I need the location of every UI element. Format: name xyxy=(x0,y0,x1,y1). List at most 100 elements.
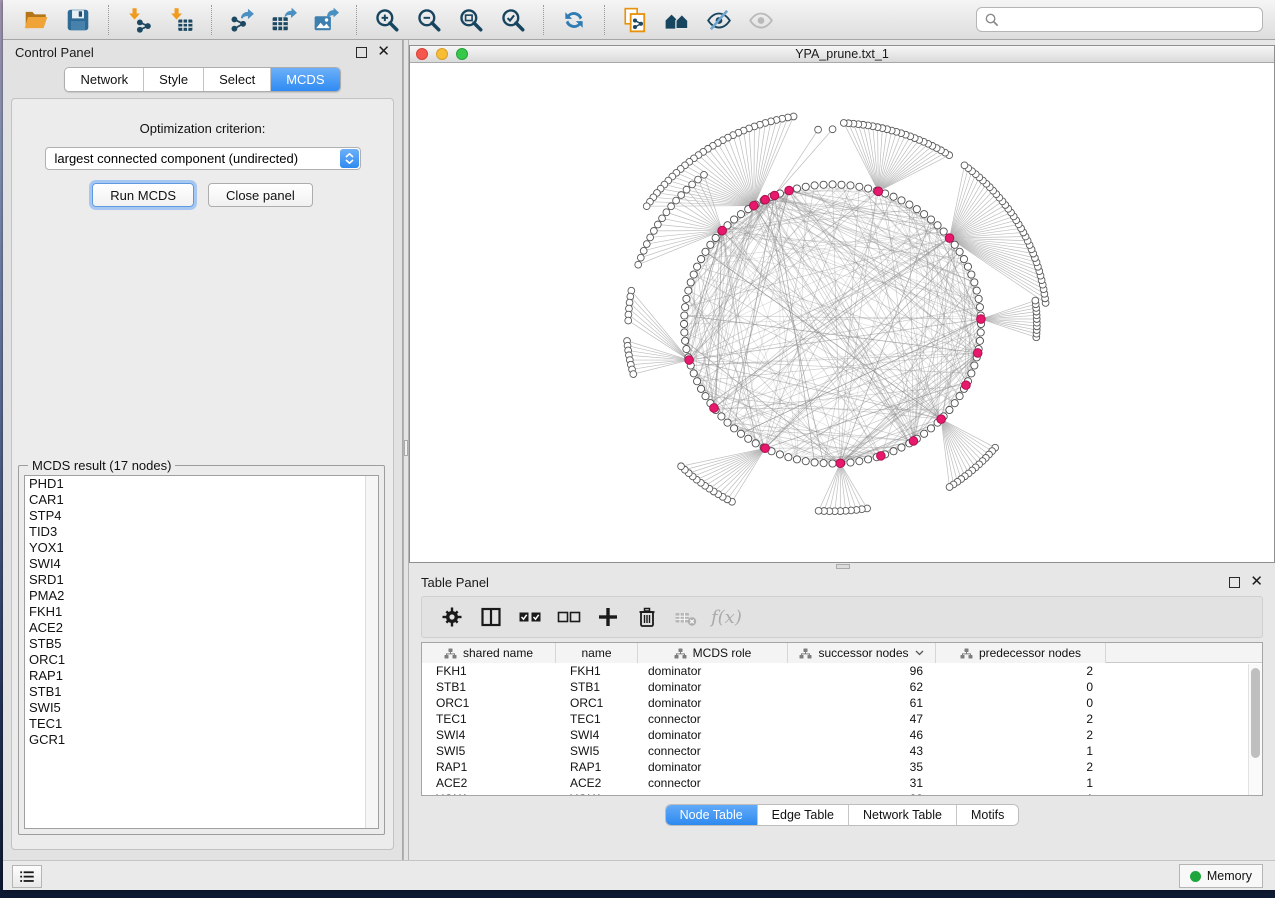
network-node[interactable] xyxy=(971,362,978,369)
memory-button[interactable]: Memory xyxy=(1179,864,1263,888)
network-node[interactable] xyxy=(906,201,913,208)
network-node[interactable] xyxy=(702,248,709,255)
network-hub-node[interactable] xyxy=(750,201,759,210)
network-node[interactable] xyxy=(968,271,975,278)
network-node[interactable] xyxy=(811,459,818,466)
float-panel-icon[interactable] xyxy=(356,47,367,58)
network-node[interactable] xyxy=(956,393,963,400)
save-session-button[interactable] xyxy=(57,3,99,37)
network-leaf-node[interactable] xyxy=(635,261,642,268)
network-leaf-node[interactable] xyxy=(659,215,666,222)
zoom-selected-button[interactable] xyxy=(492,3,534,37)
network-hub-node[interactable] xyxy=(962,381,971,390)
task-history-button[interactable] xyxy=(12,865,42,888)
column-header-shared-name[interactable]: shared name xyxy=(422,643,556,663)
table-row[interactable]: RAP1RAP1dominator352 xyxy=(422,759,1262,775)
network-node[interactable] xyxy=(890,448,897,455)
network-leaf-node[interactable] xyxy=(961,162,968,169)
network-leaf-node[interactable] xyxy=(815,126,822,133)
network-node[interactable] xyxy=(730,216,737,223)
result-node-item[interactable]: GCR1 xyxy=(25,732,378,748)
first-neighbors-button[interactable] xyxy=(656,3,698,37)
tab-edge-table[interactable]: Edge Table xyxy=(758,805,849,825)
network-node[interactable] xyxy=(802,458,809,465)
column-header-MCDS-role[interactable]: MCDS role xyxy=(638,643,788,663)
network-node[interactable] xyxy=(921,211,928,218)
network-node[interactable] xyxy=(752,440,759,447)
network-hub-node[interactable] xyxy=(977,315,986,324)
network-node[interactable] xyxy=(682,337,689,344)
window-minimize-icon[interactable] xyxy=(436,48,448,60)
close-panel-button[interactable]: Close panel xyxy=(208,183,313,207)
network-node[interactable] xyxy=(956,248,963,255)
table-row[interactable]: SWI4SWI4dominator462 xyxy=(422,727,1262,743)
network-node[interactable] xyxy=(745,435,752,442)
zoom-in-button[interactable] xyxy=(366,3,408,37)
result-node-item[interactable]: YOX1 xyxy=(25,540,378,556)
table-scrollbar[interactable] xyxy=(1248,664,1262,795)
network-node[interactable] xyxy=(702,393,709,400)
result-list-scrollbar[interactable] xyxy=(365,476,378,828)
network-node[interactable] xyxy=(685,287,692,294)
import-network-from-file-button[interactable] xyxy=(118,3,160,37)
import-table-from-file-button[interactable] xyxy=(160,3,202,37)
network-node[interactable] xyxy=(681,312,688,319)
run-mcds-button[interactable]: Run MCDS xyxy=(92,183,194,207)
horizontal-splitter-grip[interactable] xyxy=(836,564,850,569)
network-node[interactable] xyxy=(856,183,863,190)
network-node[interactable] xyxy=(820,460,827,467)
network-node[interactable] xyxy=(927,216,934,223)
network-node[interactable] xyxy=(683,295,690,302)
close-table-panel-icon[interactable]: ✕ xyxy=(1250,576,1263,588)
network-hub-node[interactable] xyxy=(685,356,694,365)
result-node-item[interactable]: ORC1 xyxy=(25,652,378,668)
result-node-item[interactable]: FKH1 xyxy=(25,604,378,620)
network-node[interactable] xyxy=(977,329,984,336)
result-node-item[interactable]: ACE2 xyxy=(25,620,378,636)
network-node[interactable] xyxy=(838,181,845,188)
network-node[interactable] xyxy=(890,193,897,200)
table-options-button[interactable] xyxy=(432,599,471,635)
float-table-panel-icon[interactable] xyxy=(1229,577,1240,588)
network-leaf-node[interactable] xyxy=(695,176,702,183)
network-node[interactable] xyxy=(680,320,687,327)
window-close-icon[interactable] xyxy=(416,48,428,60)
network-node[interactable] xyxy=(946,406,953,413)
tab-network[interactable]: Network xyxy=(65,68,144,91)
network-node[interactable] xyxy=(820,181,827,188)
network-node[interactable] xyxy=(898,197,905,204)
table-row[interactable]: TEC1TEC1connector472 xyxy=(422,711,1262,727)
network-leaf-node[interactable] xyxy=(1032,297,1039,304)
open-file-button[interactable] xyxy=(15,3,57,37)
network-node[interactable] xyxy=(698,385,705,392)
tab-style[interactable]: Style xyxy=(144,68,204,91)
network-node[interactable] xyxy=(847,459,854,466)
network-hub-node[interactable] xyxy=(761,195,770,204)
network-node[interactable] xyxy=(927,425,934,432)
network-node[interactable] xyxy=(951,241,958,248)
show-all-button[interactable] xyxy=(740,3,782,37)
network-node[interactable] xyxy=(698,255,705,262)
network-hub-node[interactable] xyxy=(761,444,770,453)
result-node-item[interactable]: SRD1 xyxy=(25,572,378,588)
network-node[interactable] xyxy=(793,456,800,463)
network-node[interactable] xyxy=(776,451,783,458)
table-row[interactable]: FKH1FKH1dominator962 xyxy=(422,663,1262,679)
network-leaf-node[interactable] xyxy=(647,234,654,241)
network-node[interactable] xyxy=(718,413,725,420)
table-row[interactable]: YOX1YOX1connector291 xyxy=(422,791,1262,796)
column-header-predecessor-nodes[interactable]: predecessor nodes xyxy=(936,643,1106,663)
network-node[interactable] xyxy=(683,345,690,352)
network-node[interactable] xyxy=(802,183,809,190)
column-header-name[interactable]: name xyxy=(556,643,638,663)
network-node[interactable] xyxy=(793,185,800,192)
table-scrollbar-thumb[interactable] xyxy=(1251,668,1260,758)
network-hub-node[interactable] xyxy=(785,186,794,195)
network-leaf-node[interactable] xyxy=(701,171,708,178)
network-node[interactable] xyxy=(829,181,836,188)
result-node-item[interactable]: RAP1 xyxy=(25,668,378,684)
search-box[interactable] xyxy=(976,7,1263,32)
mcds-result-list[interactable]: PHD1CAR1STP4TID3YOX1SWI4SRD1PMA2FKH1ACE2… xyxy=(24,475,379,829)
network-node[interactable] xyxy=(737,211,744,218)
network-hub-node[interactable] xyxy=(945,234,954,243)
